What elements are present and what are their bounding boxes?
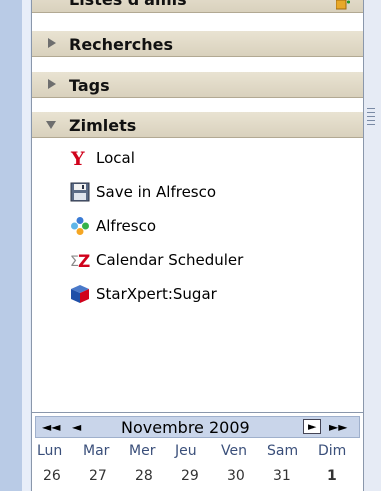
prev-year-button[interactable]: ◄◄	[42, 420, 60, 434]
next-month-arrow: ►	[308, 420, 317, 433]
next-month-button[interactable]: ►	[303, 419, 321, 434]
zimlet-item-starxpert-sugar[interactable]: StarXpert:Sugar	[70, 282, 350, 308]
zimlet-item-calendar-scheduler[interactable]: ΣZ Calendar Scheduler	[70, 248, 350, 274]
weekday-row: Lun Mar Mer Jeu Ven Sam Dim	[35, 443, 360, 463]
calendar-day[interactable]: 28	[135, 468, 153, 484]
collapse-arrow-icon	[46, 121, 56, 129]
app-frame: Listes d'amis Recherches Tags Zimlets Y …	[0, 0, 381, 492]
weekday-label: Mer	[129, 443, 156, 459]
calendar-header: ◄◄ ◄ Novembre 2009 ► ►►	[35, 416, 360, 438]
yahoo-y-icon: Y	[70, 148, 90, 170]
expand-arrow-icon	[48, 79, 56, 89]
zimlet-label: Save in Alfresco	[96, 183, 217, 201]
svg-text:Y: Y	[70, 148, 85, 168]
zimlet-label: Alfresco	[96, 217, 157, 235]
calendar-day[interactable]: 1	[327, 468, 337, 484]
prev-month-button[interactable]: ◄	[72, 420, 81, 434]
expand-arrow-icon	[48, 38, 56, 48]
accordion-header-listes[interactable]: Listes d'amis	[32, 0, 363, 13]
accordion-header-recherches[interactable]: Recherches	[32, 30, 363, 57]
weekday-label: Dim	[318, 443, 347, 459]
next-year-button[interactable]: ►►	[329, 420, 347, 434]
weekday-label: Jeu	[175, 443, 197, 459]
zimlet-label: Local	[96, 149, 135, 167]
accordion-header-tags[interactable]: Tags	[32, 71, 363, 98]
zimlet-label: StarXpert:Sugar	[96, 285, 217, 303]
weekday-label: Ven	[221, 443, 247, 459]
accordion-label-listes: Listes d'amis	[69, 0, 187, 9]
weekday-label: Lun	[37, 443, 63, 459]
accordion-label-zimlets: Zimlets	[69, 116, 137, 135]
panel-resize-gutter	[364, 0, 381, 491]
svg-text:Z: Z	[78, 252, 90, 270]
floppy-disk-icon	[70, 182, 90, 202]
accordion-label-recherches: Recherches	[69, 35, 174, 54]
accordion-label-tags: Tags	[69, 76, 110, 95]
overview-panel: Listes d'amis Recherches Tags Zimlets Y …	[31, 0, 364, 492]
calendar-month-label: Novembre 2009	[121, 418, 250, 437]
calendar-day[interactable]: 27	[89, 468, 107, 484]
add-contact-group-icon[interactable]	[335, 0, 350, 10]
left-sidebar-edge	[0, 0, 22, 491]
mini-calendar: ◄◄ ◄ Novembre 2009 ► ►► Lun Mar Mer Jeu …	[32, 412, 363, 492]
resize-grip-icon[interactable]	[367, 108, 375, 132]
left-sidebar-gutter	[22, 0, 30, 491]
calendar-day[interactable]: 29	[181, 468, 199, 484]
calendar-day[interactable]: 31	[273, 468, 291, 484]
calendar-scheduler-icon: ΣZ	[70, 250, 90, 272]
zimlet-item-local[interactable]: Y Local	[70, 146, 350, 172]
calendar-day[interactable]: 30	[227, 468, 245, 484]
date-row: 26 27 28 29 30 31 1	[35, 468, 360, 488]
alfresco-flower-icon	[70, 216, 90, 236]
zimlet-item-save-in-alfresco[interactable]: Save in Alfresco	[70, 180, 350, 206]
calendar-day[interactable]: 26	[43, 468, 61, 484]
sugar-cube-icon	[70, 284, 90, 304]
zimlet-item-alfresco[interactable]: Alfresco	[70, 214, 350, 240]
weekday-label: Sam	[267, 443, 299, 459]
accordion-header-zimlets[interactable]: Zimlets	[32, 111, 363, 138]
weekday-label: Mar	[83, 443, 110, 459]
zimlet-label: Calendar Scheduler	[96, 251, 244, 269]
